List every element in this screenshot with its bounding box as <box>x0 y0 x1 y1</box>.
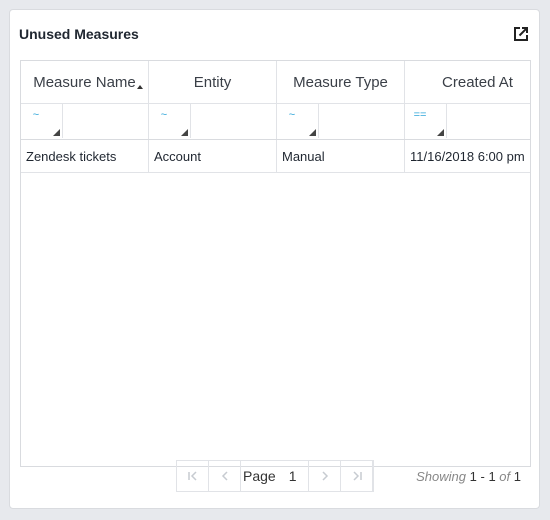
showing-label: Showing <box>416 469 467 484</box>
column-header-measure-name[interactable]: Measure Name <box>21 61 149 103</box>
filter-input-measure-name[interactable] <box>63 103 148 138</box>
last-page-icon <box>352 471 362 481</box>
filter-operator-dropdown[interactable]: == <box>405 103 447 138</box>
previous-page-icon <box>221 471 228 481</box>
dropdown-corner-icon <box>53 129 60 136</box>
cell-entity: Account <box>149 140 277 172</box>
unused-measures-panel: Unused Measures Measure Name Entity Meas… <box>9 9 540 509</box>
filter-operator-dropdown[interactable]: ~ <box>149 103 191 138</box>
pagination-controls: Page <box>176 460 374 492</box>
measures-grid: Measure Name Entity Measure Type Created… <box>20 60 531 467</box>
page-label: Page <box>243 468 276 484</box>
filter-cell-measure-type: ~ <box>277 103 405 139</box>
external-link-icon[interactable] <box>511 24 531 44</box>
cell-created-at: 11/16/2018 6:00 pm <box>405 140 530 172</box>
range-start: 1 <box>469 469 477 484</box>
last-page-button[interactable] <box>341 461 373 491</box>
filter-operator-symbol: ~ <box>160 109 168 121</box>
first-page-icon <box>187 471 197 481</box>
sort-ascending-icon <box>137 85 143 89</box>
column-header-entity[interactable]: Entity <box>149 61 277 103</box>
panel-title: Unused Measures <box>19 26 139 42</box>
filter-operator-dropdown[interactable]: ~ <box>21 103 63 138</box>
page-number-input[interactable] <box>279 467 306 485</box>
filter-operator-dropdown[interactable]: ~ <box>277 103 319 138</box>
column-header-created-at[interactable]: Created At <box>405 61 530 103</box>
dropdown-corner-icon <box>181 129 188 136</box>
of-label: of <box>499 469 511 484</box>
grid-filter-row: ~ ~ ~ == <box>21 103 530 140</box>
filter-cell-created-at: == <box>405 103 530 139</box>
filter-input-created-at[interactable] <box>447 103 530 138</box>
total-count: 1 <box>513 469 521 484</box>
filter-input-measure-type[interactable] <box>319 103 404 138</box>
cell-measure-type: Manual <box>277 140 405 172</box>
filter-operator-symbol: ~ <box>288 109 296 121</box>
filter-cell-measure-name: ~ <box>21 103 149 139</box>
column-header-measure-type[interactable]: Measure Type <box>277 61 405 103</box>
filter-operator-symbol: == <box>413 109 427 121</box>
previous-page-button[interactable] <box>209 461 241 491</box>
range-separator: - <box>476 469 489 484</box>
grid-header-row: Measure Name Entity Measure Type Created… <box>21 61 530 104</box>
column-header-label: Entity <box>193 73 232 91</box>
next-page-button[interactable] <box>309 461 341 491</box>
showing-summary: Showing 1 - 1 of 1 <box>416 469 521 484</box>
next-page-icon <box>321 471 328 481</box>
filter-input-entity[interactable] <box>191 103 276 138</box>
table-row[interactable]: Zendesk tickets Account Manual 11/16/201… <box>21 140 530 173</box>
first-page-button[interactable] <box>177 461 209 491</box>
dropdown-corner-icon <box>309 129 316 136</box>
column-header-label: Measure Name <box>33 73 136 91</box>
column-header-label: Measure Type <box>293 73 388 91</box>
column-header-label: Created At <box>442 73 513 91</box>
range-end: 1 <box>488 469 496 484</box>
cell-measure-name: Zendesk tickets <box>21 140 149 172</box>
filter-cell-entity: ~ <box>149 103 277 139</box>
dropdown-corner-icon <box>437 129 444 136</box>
page-number-box: Page <box>241 461 309 491</box>
filter-operator-symbol: ~ <box>32 109 40 121</box>
